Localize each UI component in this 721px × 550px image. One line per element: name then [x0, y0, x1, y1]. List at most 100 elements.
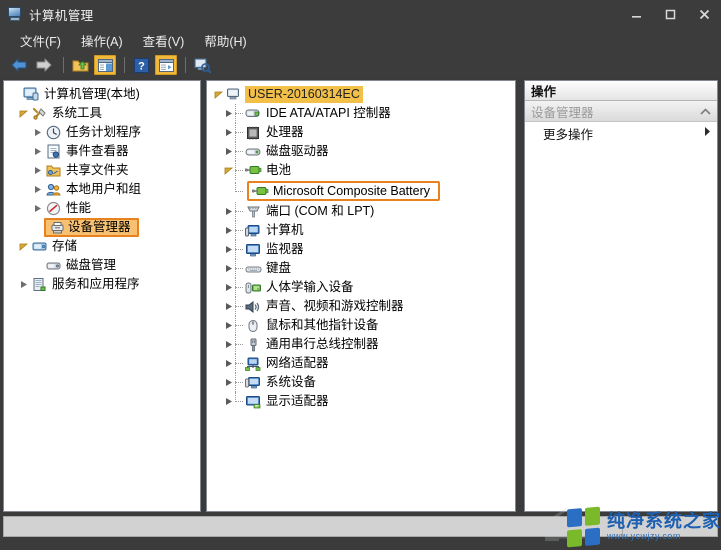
twisty-collapsed-icon[interactable]	[221, 392, 235, 411]
title-bar: 计算机管理	[0, 0, 721, 28]
twisty-collapsed-icon[interactable]	[30, 123, 44, 142]
scan-hardware-icon[interactable]	[191, 55, 213, 75]
sidebar-item-device-manager[interactable]: 设备管理器	[6, 218, 200, 237]
console-tree-pane[interactable]: 计算机管理(本地) 系统工具 任务计划程序 事件查看器 共享文件夹 本地用户和组…	[3, 80, 201, 512]
tree-item-root[interactable]: 计算机管理(本地)	[6, 85, 200, 104]
menu-file[interactable]: 文件(F)	[10, 29, 71, 52]
sidebar-item-local-users-groups[interactable]: 本地用户和组	[6, 180, 200, 199]
computer-device-icon	[244, 222, 262, 239]
actions-section-device-manager[interactable]: 设备管理器	[525, 101, 717, 122]
tree-connector	[235, 316, 244, 335]
twisty-expanded-icon[interactable]	[16, 237, 30, 256]
menu-view[interactable]: 查看(V)	[133, 29, 195, 52]
keyboard-icon	[244, 260, 262, 277]
tree-connector	[235, 161, 244, 180]
device-node-computer[interactable]: 计算机	[209, 221, 515, 240]
twisty-collapsed-icon[interactable]	[30, 199, 44, 218]
show-tree-icon[interactable]	[94, 55, 116, 75]
sidebar-item-shared-folders[interactable]: 共享文件夹	[6, 161, 200, 180]
composite-battery-highlight[interactable]: Microsoft Composite Battery	[247, 181, 440, 201]
twisty-expanded-icon[interactable]	[16, 104, 30, 123]
event-viewer-icon	[44, 143, 62, 160]
tree-connector	[235, 104, 244, 123]
tree-connector	[235, 123, 244, 142]
twisty-collapsed-icon[interactable]	[16, 275, 30, 294]
device-node-system-devices[interactable]: 系统设备	[209, 373, 515, 392]
sidebar-item-storage[interactable]: 存储	[6, 237, 200, 256]
twisty-collapsed-icon[interactable]	[221, 259, 235, 278]
twisty-collapsed-icon[interactable]	[221, 278, 235, 297]
sidebar-item-event-viewer[interactable]: 事件查看器	[6, 142, 200, 161]
device-node-hid[interactable]: 人体学输入设备	[209, 278, 515, 297]
device-node-display-adapters[interactable]: 显示适配器	[209, 392, 515, 411]
tree-item-label: 计算机管理(本地)	[44, 87, 140, 101]
actions-list: 更多操作	[525, 122, 717, 511]
help-icon[interactable]: ?	[130, 55, 152, 75]
device-node-keyboards[interactable]: 键盘	[209, 259, 515, 278]
properties-icon[interactable]	[155, 55, 177, 75]
disk-drive-icon	[244, 143, 262, 160]
device-node-label: 端口 (COM 和 LPT)	[266, 204, 375, 218]
twisty-collapsed-icon[interactable]	[30, 180, 44, 199]
device-node-monitors[interactable]: 监视器	[209, 240, 515, 259]
maximize-icon[interactable]	[653, 0, 687, 28]
up-folder-icon[interactable]	[69, 55, 91, 75]
device-node-ports[interactable]: 端口 (COM 和 LPT)	[209, 202, 515, 221]
forward-icon[interactable]	[33, 55, 55, 75]
back-icon[interactable]	[8, 55, 30, 75]
device-node-disk-drives[interactable]: 磁盘驱动器	[209, 142, 515, 161]
device-node-ide-controller[interactable]: IDE ATA/ATAPI 控制器	[209, 104, 515, 123]
device-tree-pane[interactable]: USER-20160314EC IDE ATA/ATAPI 控制器 处理器 磁盘…	[206, 80, 516, 512]
sidebar-item-performance[interactable]: 性能	[6, 199, 200, 218]
twisty-collapsed-icon[interactable]	[221, 373, 235, 392]
twisty-collapsed-icon[interactable]	[221, 202, 235, 221]
device-node-label: 通用串行总线控制器	[266, 337, 379, 351]
window-controls	[619, 0, 721, 28]
device-node-usb-controllers[interactable]: 通用串行总线控制器	[209, 335, 515, 354]
twisty-collapsed-icon[interactable]	[221, 123, 235, 142]
twisty-collapsed-icon[interactable]	[221, 354, 235, 373]
device-tree: USER-20160314EC IDE ATA/ATAPI 控制器 处理器 磁盘…	[207, 81, 515, 411]
tree-connector	[235, 297, 244, 316]
device-node-processor[interactable]: 处理器	[209, 123, 515, 142]
chevron-right-icon	[704, 126, 711, 140]
console-tree: 计算机管理(本地) 系统工具 任务计划程序 事件查看器 共享文件夹 本地用户和组…	[4, 81, 200, 294]
twisty-collapsed-icon[interactable]	[221, 240, 235, 259]
device-node-battery[interactable]: 电池	[209, 161, 515, 180]
sidebar-item-label: 设备管理器	[68, 220, 131, 234]
twisty-collapsed-icon[interactable]	[221, 142, 235, 161]
twisty-collapsed-icon[interactable]	[221, 104, 235, 123]
close-icon[interactable]	[687, 0, 721, 28]
sidebar-item-task-scheduler[interactable]: 任务计划程序	[6, 123, 200, 142]
tree-connector	[235, 221, 244, 240]
twisty-collapsed-icon[interactable]	[221, 297, 235, 316]
menu-action[interactable]: 操作(A)	[71, 29, 133, 52]
sidebar-item-services-applications[interactable]: 服务和应用程序	[6, 275, 200, 294]
twisty-expanded-icon[interactable]	[221, 161, 235, 180]
status-bar	[3, 516, 718, 537]
twisty-expanded-icon[interactable]	[211, 85, 225, 104]
twisty-collapsed-icon[interactable]	[30, 142, 44, 161]
device-tree-root[interactable]: USER-20160314EC	[209, 85, 515, 104]
sidebar-item-system-tools[interactable]: 系统工具	[6, 104, 200, 123]
twisty-collapsed-icon[interactable]	[221, 316, 235, 335]
device-node-network-adapters[interactable]: 网络适配器	[209, 354, 515, 373]
sidebar-item-label: 服务和应用程序	[52, 277, 140, 291]
menu-help[interactable]: 帮助(H)	[194, 29, 256, 52]
twisty-collapsed-icon[interactable]	[221, 221, 235, 240]
chevron-up-icon[interactable]	[700, 104, 711, 118]
device-node-composite-battery[interactable]: Microsoft Composite Battery	[209, 180, 515, 202]
sidebar-item-disk-management[interactable]: 磁盘管理	[6, 256, 200, 275]
device-node-sound-video-game[interactable]: 声音、视频和游戏控制器	[209, 297, 515, 316]
twisty-collapsed-icon[interactable]	[30, 161, 44, 180]
device-manager-highlight[interactable]: 设备管理器	[44, 218, 139, 237]
device-node-mice[interactable]: 鼠标和其他指针设备	[209, 316, 515, 335]
computer-management-window: 计算机管理 文件(F) 操作(A) 查看(V) 帮助(H) ? 计算机管理(本地…	[0, 0, 721, 550]
sidebar-item-label: 事件查看器	[66, 144, 129, 158]
tree-connector	[235, 142, 244, 161]
minimize-icon[interactable]	[619, 0, 653, 28]
action-item-more-actions[interactable]: 更多操作	[525, 122, 717, 144]
twisty-collapsed-icon[interactable]	[221, 335, 235, 354]
users-icon	[44, 181, 62, 198]
computer-node-icon	[225, 86, 243, 103]
